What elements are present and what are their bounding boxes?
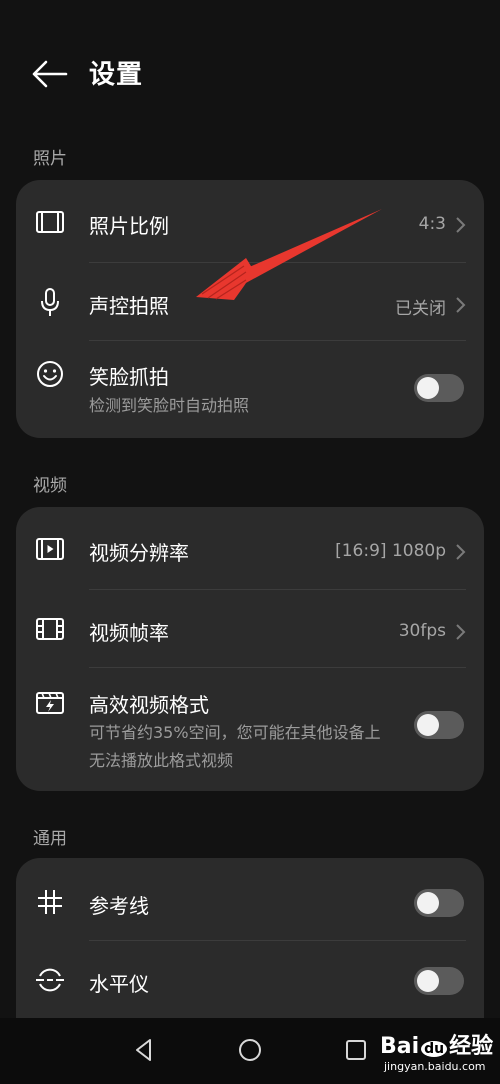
microphone-icon (41, 288, 59, 316)
video-resolution-icon (36, 538, 64, 560)
chevron-right-icon (456, 544, 466, 560)
grid-lines-toggle[interactable] (414, 889, 464, 917)
smile-face-icon (37, 361, 63, 387)
setting-label: 笑脸抓拍 (89, 365, 169, 389)
setting-level[interactable]: 水平仪 (16, 942, 484, 1022)
chevron-right-icon (456, 624, 466, 640)
setting-value: 4:3 (418, 214, 446, 234)
divider (89, 340, 466, 341)
toggle-knob (417, 892, 439, 914)
setting-label: 视频分辨率 (89, 541, 189, 565)
watermark-brand-jingyan: 经验 (449, 1034, 494, 1059)
setting-label: 视频帧率 (89, 621, 169, 645)
general-settings-card: 参考线 水平仪 (16, 858, 484, 1038)
page-title: 设置 (89, 60, 144, 90)
efficient-video-icon (36, 692, 64, 714)
paw-icon: du (421, 1041, 448, 1057)
chevron-right-icon (456, 217, 466, 233)
toggle-knob (417, 377, 439, 399)
setting-value: [16:9] 1080p (335, 541, 446, 561)
setting-label: 声控拍照 (89, 294, 169, 318)
setting-label: 照片比例 (89, 214, 169, 238)
divider (89, 589, 466, 590)
setting-description: 可节省约35%空间，您可能在其他设备上无法播放此格式视频 (89, 723, 381, 770)
video-settings-card: 视频分辨率 [16:9] 1080p 视频帧率 30fps 高效视频格式 可节省… (16, 507, 484, 791)
setting-description: 检测到笑脸时自动拍照 (89, 396, 250, 415)
section-label-general: 通用 (33, 829, 67, 849)
toggle-knob (417, 970, 439, 992)
setting-label: 高效视频格式 (89, 693, 209, 717)
level-toggle[interactable] (414, 967, 464, 995)
setting-label: 水平仪 (89, 972, 149, 996)
divider (89, 667, 466, 668)
setting-video-resolution[interactable]: 视频分辨率 [16:9] 1080p (16, 507, 484, 589)
section-label-video: 视频 (33, 476, 67, 496)
setting-value: 30fps (398, 621, 446, 641)
setting-grid-lines[interactable]: 参考线 (16, 858, 484, 940)
baidu-jingyan-watermark: Bai du 经验 jingyan.baidu.com (380, 1026, 495, 1080)
divider (89, 940, 466, 941)
nav-back-icon[interactable] (130, 1036, 158, 1064)
watermark-url: jingyan.baidu.com (384, 1060, 486, 1073)
nav-recents-icon[interactable] (342, 1036, 370, 1064)
film-strip-icon (36, 618, 64, 640)
toggle-knob (417, 714, 439, 736)
watermark-logo-text: Bai du 经验 (380, 1028, 493, 1060)
setting-efficient-video-format[interactable]: 高效视频格式 可节省约35%空间，您可能在其他设备上无法播放此格式视频 (16, 669, 484, 791)
divider (89, 262, 466, 263)
smile-capture-toggle[interactable] (414, 374, 464, 402)
setting-voice-shutter[interactable]: 声控拍照 已关闭 (16, 264, 484, 342)
setting-video-framerate[interactable]: 视频帧率 30fps (16, 591, 484, 669)
level-icon (36, 968, 64, 992)
section-label-photo: 照片 (33, 149, 67, 169)
setting-label: 参考线 (89, 894, 149, 918)
back-arrow-icon[interactable] (30, 56, 70, 92)
top-bar: 设置 (0, 0, 500, 130)
chevron-right-icon (456, 297, 466, 313)
aspect-ratio-icon (36, 211, 64, 233)
nav-home-icon[interactable] (236, 1036, 264, 1064)
efficient-video-format-toggle[interactable] (414, 711, 464, 739)
watermark-brand-bai: Bai (380, 1034, 420, 1059)
grid-lines-icon (38, 890, 62, 914)
setting-smile-capture[interactable]: 笑脸抓拍 检测到笑脸时自动拍照 (16, 342, 484, 438)
setting-value: 已关闭 (395, 299, 446, 319)
photo-settings-card: 照片比例 4:3 声控拍照 已关闭 笑脸抓拍 检测到笑脸时自动拍照 (16, 180, 484, 438)
setting-photo-ratio[interactable]: 照片比例 4:3 (16, 180, 484, 264)
